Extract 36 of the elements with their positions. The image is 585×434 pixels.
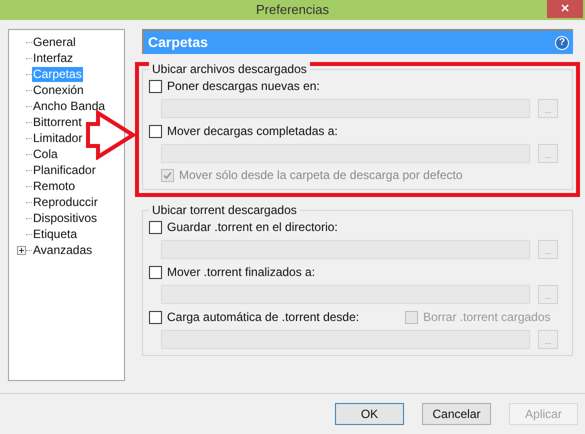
checkbox-label: Guardar .torrent en el directorio: <box>167 219 338 236</box>
checkbox[interactable] <box>149 124 162 138</box>
sidebar-item[interactable]: Dispositivos <box>32 210 98 226</box>
panel-title: Carpetas <box>148 33 208 52</box>
checkbox[interactable] <box>149 220 162 234</box>
sidebar-item[interactable]: Ancho Banda <box>32 98 106 114</box>
dialog-button[interactable]: OK <box>335 403 404 425</box>
arrow-drawing <box>86 110 136 160</box>
checkmark-icon <box>163 170 172 180</box>
checkbox-label: Borrar .torrent cargados <box>423 309 551 326</box>
close-button[interactable]: ✕ <box>547 0 583 18</box>
sidebar-item[interactable]: Bittorrent <box>32 114 83 130</box>
dialog-button[interactable]: Cancelar <box>422 403 491 425</box>
sidebar-item[interactable]: Cola <box>32 146 59 162</box>
help-icon[interactable]: ? <box>555 36 569 50</box>
group-legend: Ubicar torrent descargados <box>149 203 300 218</box>
checkbox-label: Mover sólo desde la carpeta de descarga por defecto <box>179 167 463 184</box>
window-title: Preferencias <box>256 1 329 20</box>
checkbox-label: Carga automática de .torrent desde: <box>167 309 360 326</box>
checkbox-label: Mover .torrent finalizados a: <box>167 264 316 281</box>
sidebar-item[interactable]: Interfaz <box>32 50 74 66</box>
checkbox-label: Mover decargas completadas a: <box>167 123 338 140</box>
sidebar-item[interactable]: Remoto <box>32 178 76 194</box>
expand-icon[interactable] <box>17 246 26 254</box>
checkbox[interactable] <box>149 80 162 92</box>
sidebar-item[interactable]: General <box>32 34 77 50</box>
sidebar-item[interactable]: Conexión <box>32 82 85 98</box>
group-legend: Ubicar archivos descargados <box>149 62 310 77</box>
checkbox-label: Poner descargas nuevas en: <box>167 78 320 95</box>
sidebar-item[interactable]: Limitador <box>32 130 84 146</box>
sidebar-item[interactable]: Avanzadas <box>32 242 94 258</box>
checkbox[interactable] <box>149 266 162 278</box>
checkbox[interactable] <box>149 310 162 324</box>
sidebar-item[interactable]: Etiqueta <box>32 226 78 242</box>
sidebar-item[interactable]: Reproduccir <box>32 194 99 210</box>
sidebar-item[interactable]: Planificador <box>32 162 97 178</box>
